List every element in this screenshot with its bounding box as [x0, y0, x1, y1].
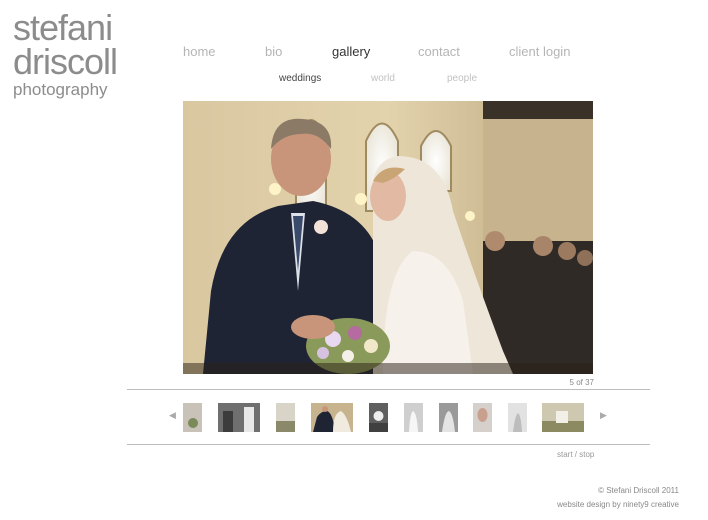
thumbnail-9[interactable] — [508, 403, 527, 432]
thumbnail-5[interactable] — [369, 403, 388, 432]
nav-contact[interactable]: contact — [418, 44, 460, 59]
photo-counter: 5 of 37 — [569, 378, 594, 387]
thumbnail-1[interactable] — [183, 403, 202, 432]
subnav-people[interactable]: people — [447, 73, 477, 84]
thumbnail-2[interactable] — [218, 403, 260, 432]
footer-credit-link[interactable]: website design by ninety9 creative — [557, 498, 679, 512]
site-footer: © Stefani Driscoll 2011 website design b… — [557, 484, 679, 512]
nav-gallery[interactable]: gallery — [332, 44, 370, 59]
gallery-subnav: weddings world people — [0, 73, 708, 87]
main-nav: home bio gallery contact client login — [0, 44, 708, 62]
filmstrip-prev-icon[interactable]: ◀ — [169, 410, 176, 421]
filmstrip-next-icon[interactable]: ▶ — [600, 410, 607, 421]
thumbnail-filmstrip: ◀ ▶ — [160, 399, 620, 435]
thumbnail-7[interactable] — [439, 403, 458, 432]
wedding-photo-image — [183, 101, 593, 374]
subnav-weddings[interactable]: weddings — [279, 73, 321, 84]
thumbnail-8[interactable] — [473, 403, 492, 432]
footer-copyright: © Stefani Driscoll 2011 — [598, 486, 679, 495]
slideshow-controls: start / stop — [557, 450, 594, 459]
thumbnail-3[interactable] — [276, 403, 295, 432]
nav-home[interactable]: home — [183, 44, 216, 59]
thumbnail-4-selected[interactable] — [311, 403, 353, 432]
subnav-world[interactable]: world — [371, 73, 395, 84]
main-gallery-photo[interactable] — [183, 101, 593, 374]
thumbnail-10[interactable] — [542, 403, 584, 432]
slideshow-start-link[interactable]: start — [557, 450, 573, 459]
thumbnail-6[interactable] — [404, 403, 423, 432]
nav-bio[interactable]: bio — [265, 44, 282, 59]
nav-client-login[interactable]: client login — [509, 44, 570, 59]
filmstrip-top-divider — [127, 389, 650, 390]
slideshow-stop-link[interactable]: stop — [579, 450, 594, 459]
filmstrip-bottom-divider — [127, 444, 650, 445]
